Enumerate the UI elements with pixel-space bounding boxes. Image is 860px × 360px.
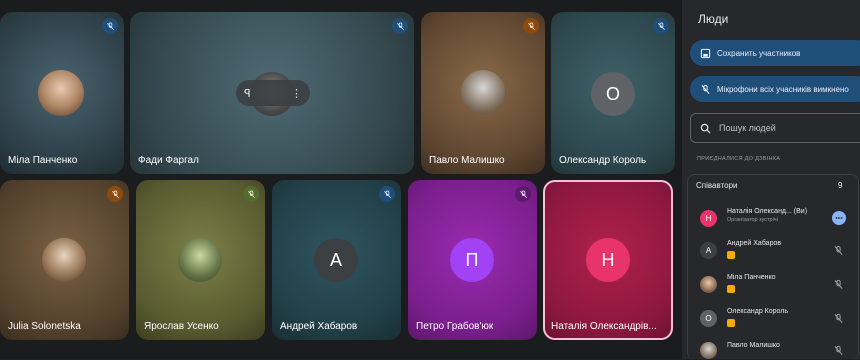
muted-mic-icon bbox=[392, 18, 408, 34]
search-icon bbox=[700, 123, 711, 134]
contributors-group-title[interactable]: Співавтори bbox=[696, 181, 738, 190]
muted-mic-icon bbox=[379, 186, 395, 202]
participant-name: Петро Грабов'юк bbox=[416, 321, 494, 332]
participant-tile-self[interactable]: Н Наталія Олександрів... bbox=[543, 180, 673, 340]
presenter-badge bbox=[727, 285, 735, 293]
participant-row-name: Павло Малишко bbox=[727, 342, 780, 349]
muted-mic-icon bbox=[653, 18, 669, 34]
participant-name: Наталія Олександрів... bbox=[551, 321, 657, 332]
participant-row[interactable]: А Андрей Хабаров bbox=[700, 238, 850, 264]
participant-row-name: Наталія Олександ... (Ви) bbox=[727, 208, 808, 215]
avatar: П bbox=[450, 238, 494, 282]
avatar: Н bbox=[700, 210, 717, 227]
avatar: О bbox=[591, 72, 635, 116]
save-icon bbox=[700, 48, 711, 58]
participant-tile[interactable]: ꟼ ⋮ Фади Фаргал bbox=[130, 12, 414, 174]
avatar bbox=[700, 276, 717, 293]
participant-row[interactable]: Н Наталія Олександ... (Ви) Організатор з… bbox=[700, 206, 850, 232]
contributors-count: 9 bbox=[838, 181, 843, 190]
mic-off-icon[interactable] bbox=[833, 345, 844, 356]
participant-tile[interactable]: О Олександр Король bbox=[551, 12, 675, 174]
participant-tile[interactable]: Julia Solonetska bbox=[0, 180, 129, 340]
participant-tile[interactable]: А Андрей Хабаров bbox=[272, 180, 401, 340]
presenter-badge bbox=[727, 319, 735, 327]
avatar: А bbox=[314, 238, 358, 282]
muted-mic-icon bbox=[243, 186, 259, 202]
avatar: Н bbox=[586, 238, 630, 282]
contributors-group bbox=[687, 174, 859, 360]
joined-section-label: ПРИЄДНАЛИСЯ ДО ДЗВІНКА bbox=[697, 156, 781, 162]
mic-off-icon[interactable] bbox=[833, 279, 844, 290]
tile-hover-controls: ꟼ ⋮ bbox=[236, 80, 310, 106]
panel-title: Люди bbox=[698, 12, 729, 26]
participant-row[interactable]: Павло Малишко bbox=[700, 338, 850, 359]
participant-tile[interactable]: П Петро Грабов'юк bbox=[408, 180, 537, 340]
participant-name: Фади Фаргал bbox=[138, 155, 199, 166]
avatar: О bbox=[700, 310, 717, 327]
participant-row[interactable]: Міла Панченко bbox=[700, 272, 850, 298]
avatar bbox=[178, 238, 222, 282]
muted-mic-icon bbox=[107, 186, 123, 202]
participant-name: Міла Панченко bbox=[8, 155, 78, 166]
more-options-icon[interactable]: ⋮ bbox=[291, 87, 302, 100]
participant-row-name: Андрей Хабаров bbox=[727, 240, 782, 247]
video-grid: Міла Панченко ꟼ ⋮ Фади Фаргал Павло Мали… bbox=[0, 0, 682, 359]
participant-row-name: Олександр Король bbox=[727, 308, 789, 315]
avatar: А bbox=[700, 242, 717, 259]
search-placeholder: Пошук людей bbox=[719, 123, 776, 133]
avatar bbox=[38, 70, 84, 116]
save-participants-button[interactable]: Сохранить участников bbox=[690, 40, 860, 66]
mic-off-icon bbox=[701, 84, 710, 94]
mute-all-label: Мікрофони всіх учасників вимкнено bbox=[717, 84, 849, 94]
participant-row[interactable]: О Олександр Король bbox=[700, 306, 850, 332]
mic-off-icon[interactable] bbox=[833, 245, 844, 256]
avatar bbox=[461, 70, 505, 114]
participant-name: Андрей Хабаров bbox=[280, 321, 358, 332]
muted-mic-icon bbox=[102, 18, 118, 34]
participant-row-role: Організатор зустрічі bbox=[727, 217, 778, 223]
participant-name: Павло Малишко bbox=[429, 155, 505, 166]
muted-mic-icon bbox=[515, 186, 531, 202]
presenter-badge bbox=[727, 251, 735, 259]
more-options-button[interactable] bbox=[832, 211, 846, 225]
participant-tile[interactable]: Міла Панченко bbox=[0, 12, 124, 174]
avatar bbox=[700, 342, 717, 359]
pin-icon[interactable]: ꟼ bbox=[244, 87, 251, 100]
participant-tile[interactable]: Павло Малишко bbox=[421, 12, 545, 174]
mute-all-banner: Мікрофони всіх учасників вимкнено bbox=[690, 76, 860, 102]
participant-name: Олександр Король bbox=[559, 155, 647, 166]
participant-tile[interactable]: Ярослав Усенко bbox=[136, 180, 265, 340]
participant-row-name: Міла Панченко bbox=[727, 274, 776, 281]
save-participants-label: Сохранить участников bbox=[717, 48, 801, 58]
muted-mic-icon bbox=[523, 18, 539, 34]
participant-name: Julia Solonetska bbox=[8, 321, 81, 332]
more-icon bbox=[835, 217, 843, 219]
search-people-input[interactable]: Пошук людей bbox=[690, 113, 860, 143]
participant-name: Ярослав Усенко bbox=[144, 321, 219, 332]
avatar bbox=[42, 238, 86, 282]
mic-off-icon[interactable] bbox=[833, 313, 844, 324]
